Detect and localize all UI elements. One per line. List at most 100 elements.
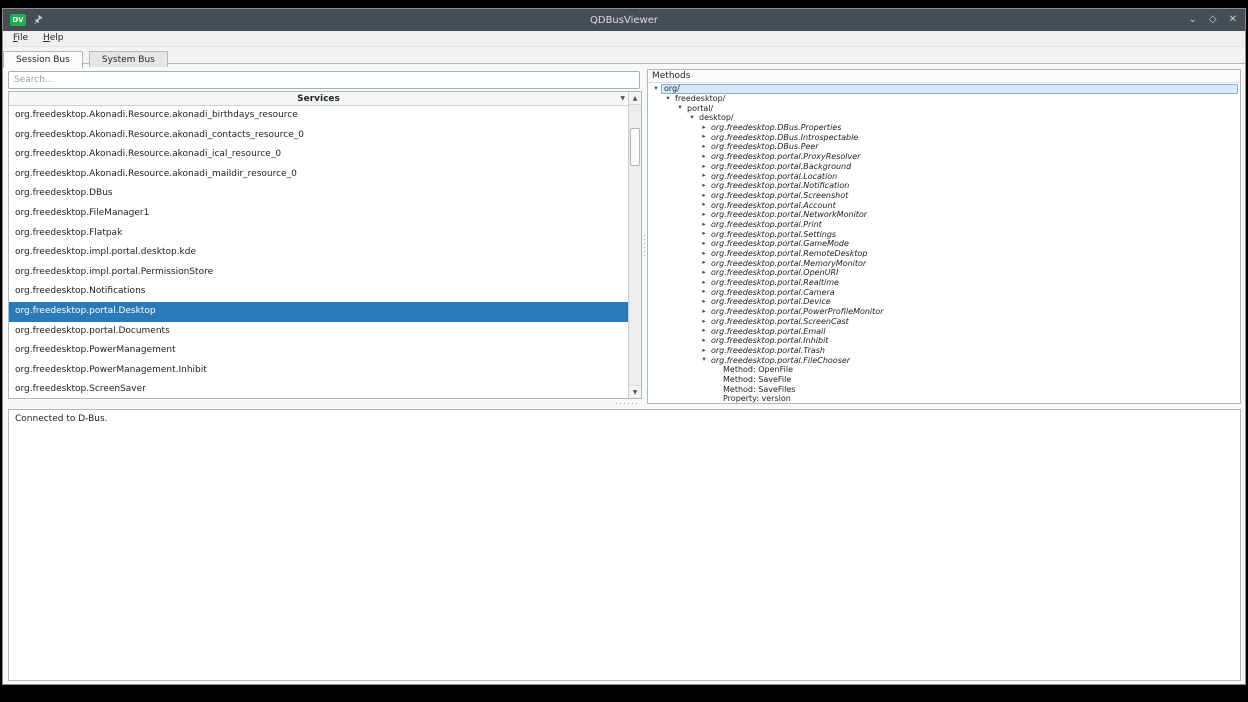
scroll-up-icon[interactable]: ▲ xyxy=(629,92,641,105)
tree-node[interactable]: ▸org.freedesktop.DBus.Properties xyxy=(648,123,1240,133)
service-row[interactable]: org.freedesktop.Akonadi.Resource.akonadi… xyxy=(9,126,628,146)
tree-node[interactable]: ▸org.freedesktop.portal.PowerProfileMoni… xyxy=(648,307,1240,317)
tree-node[interactable]: ▸org.freedesktop.portal.OpenURI xyxy=(648,268,1240,278)
tree-node[interactable]: ▸org.freedesktop.portal.Notification xyxy=(648,181,1240,191)
tree-node[interactable]: ▸org.freedesktop.portal.Camera xyxy=(648,287,1240,297)
services-scrollbar[interactable]: ▲ ▼ xyxy=(628,92,641,398)
service-row[interactable]: org.freedesktop.Akonadi.Resource.akonadi… xyxy=(9,145,628,165)
service-row[interactable]: org.freedesktop.Notifications xyxy=(9,282,628,302)
services-column-header[interactable]: Services ▼ xyxy=(9,92,628,106)
chevron-collapsed-icon[interactable]: ▸ xyxy=(699,287,709,297)
tree-node[interactable]: ▾portal/ xyxy=(648,103,1240,113)
tree-node[interactable]: ▾freedesktop/ xyxy=(648,94,1240,104)
menu-file[interactable]: File xyxy=(7,31,34,45)
chevron-collapsed-icon[interactable]: ▸ xyxy=(699,249,709,259)
tree-node[interactable]: ▸org.freedesktop.portal.Realtime xyxy=(648,278,1240,288)
close-button[interactable]: ✕ xyxy=(1229,9,1237,31)
pin-icon[interactable] xyxy=(32,15,43,26)
chevron-collapsed-icon[interactable]: ▸ xyxy=(699,220,709,230)
menu-help[interactable]: Help xyxy=(37,31,70,45)
service-row[interactable]: org.freedesktop.PowerManagement.Inhibit xyxy=(9,361,628,381)
tree-node[interactable]: ▾org/ xyxy=(648,84,1240,94)
services-header-label: Services xyxy=(297,94,340,104)
service-row[interactable]: org.freedesktop.FileManager1 xyxy=(9,204,628,224)
service-row[interactable]: org.freedesktop.Akonadi.Resource.akonadi… xyxy=(9,165,628,185)
chevron-collapsed-icon[interactable]: ▸ xyxy=(699,200,709,210)
chevron-expanded-icon[interactable]: ▾ xyxy=(651,84,661,94)
chevron-collapsed-icon[interactable]: ▸ xyxy=(699,297,709,307)
tree-node[interactable]: ▸org.freedesktop.portal.Location xyxy=(648,171,1240,181)
chevron-collapsed-icon[interactable]: ▸ xyxy=(699,239,709,249)
chevron-expanded-icon[interactable]: ▾ xyxy=(663,94,673,104)
tree-node[interactable]: ▸org.freedesktop.portal.Screenshot xyxy=(648,191,1240,201)
tree-node-label: org.freedesktop.portal.OpenURI xyxy=(709,268,840,277)
tree-node[interactable]: ▾org.freedesktop.portal.FileChooser xyxy=(648,355,1240,365)
tree-node[interactable]: ▸org.freedesktop.portal.ProxyResolver xyxy=(648,152,1240,162)
tree-node[interactable]: ▸org.freedesktop.portal.MemoryMonitor xyxy=(648,258,1240,268)
service-row[interactable]: org.freedesktop.portal.Documents xyxy=(9,322,628,342)
tree-node[interactable]: ▸org.freedesktop.portal.Trash xyxy=(648,346,1240,356)
tree-node-label: org.freedesktop.portal.RemoteDesktop xyxy=(709,249,870,258)
horizontal-splitter[interactable] xyxy=(8,401,1241,407)
chevron-expanded-icon[interactable]: ▾ xyxy=(699,355,709,365)
service-row[interactable]: org.freedesktop.portal.Desktop xyxy=(9,302,628,322)
methods-column-header[interactable]: Methods xyxy=(648,70,1240,83)
chevron-collapsed-icon[interactable]: ▸ xyxy=(699,229,709,239)
chevron-collapsed-icon[interactable]: ▸ xyxy=(699,346,709,356)
chevron-collapsed-icon[interactable]: ▸ xyxy=(699,152,709,162)
service-row[interactable]: org.freedesktop.impl.portal.PermissionSt… xyxy=(9,263,628,283)
tree-node[interactable]: ▾desktop/ xyxy=(648,113,1240,123)
output-panel[interactable]: Connected to D-Bus. xyxy=(8,409,1241,681)
chevron-collapsed-icon[interactable]: ▸ xyxy=(699,336,709,346)
tree-node[interactable]: ▸org.freedesktop.portal.Settings xyxy=(648,229,1240,239)
minimize-button[interactable]: ⌄ xyxy=(1189,9,1197,31)
chevron-collapsed-icon[interactable]: ▸ xyxy=(699,268,709,278)
service-row[interactable]: org.freedesktop.PowerManagement xyxy=(9,341,628,361)
tree-node[interactable]: ▸org.freedesktop.portal.RemoteDesktop xyxy=(648,249,1240,259)
tree-node[interactable]: ▸org.freedesktop.portal.Print xyxy=(648,220,1240,230)
chevron-collapsed-icon[interactable]: ▸ xyxy=(699,162,709,172)
tree-node[interactable]: ▸org.freedesktop.portal.Inhibit xyxy=(648,336,1240,346)
chevron-collapsed-icon[interactable]: ▸ xyxy=(699,210,709,220)
tree-node[interactable]: ▸org.freedesktop.portal.ScreenCast xyxy=(648,317,1240,327)
tree-node[interactable]: ▸org.freedesktop.portal.Background xyxy=(648,162,1240,172)
service-row[interactable]: org.freedesktop.DBus xyxy=(9,184,628,204)
service-row[interactable]: org.freedesktop.impl.portal.desktop.kde xyxy=(9,243,628,263)
chevron-collapsed-icon[interactable]: ▸ xyxy=(699,317,709,327)
service-row[interactable]: org.freedesktop.Flatpak xyxy=(9,224,628,244)
chevron-collapsed-icon[interactable]: ▸ xyxy=(699,278,709,288)
tree-node[interactable]: Method: OpenFile xyxy=(648,365,1240,375)
chevron-collapsed-icon[interactable]: ▸ xyxy=(699,142,709,152)
maximize-button[interactable]: ◇ xyxy=(1209,9,1217,31)
tree-node[interactable]: ▸org.freedesktop.portal.GameMode xyxy=(648,239,1240,249)
scrollbar-track[interactable] xyxy=(629,105,641,385)
tab-session-bus[interactable]: Session Bus xyxy=(3,51,83,68)
tree-node[interactable]: ▸org.freedesktop.DBus.Introspectable xyxy=(648,132,1240,142)
search-input[interactable] xyxy=(8,71,640,89)
tree-node[interactable]: ▸org.freedesktop.portal.Device xyxy=(648,297,1240,307)
tree-node[interactable]: ▸org.freedesktop.DBus.Peer xyxy=(648,142,1240,152)
chevron-expanded-icon[interactable]: ▾ xyxy=(687,113,697,123)
titlebar[interactable]: DV QDBusViewer ⌄ ◇ ✕ xyxy=(3,9,1245,31)
service-row[interactable]: org.freedesktop.ScreenSaver xyxy=(9,380,628,398)
tree-node[interactable]: Method: SaveFiles xyxy=(648,384,1240,394)
chevron-collapsed-icon[interactable]: ▸ xyxy=(699,123,709,133)
chevron-collapsed-icon[interactable]: ▸ xyxy=(699,181,709,191)
tree-node[interactable]: Method: SaveFile xyxy=(648,375,1240,385)
chevron-collapsed-icon[interactable]: ▸ xyxy=(699,171,709,181)
tree-node[interactable]: ▸org.freedesktop.portal.Email xyxy=(648,326,1240,336)
chevron-collapsed-icon[interactable]: ▸ xyxy=(699,258,709,268)
tree-node-label: freedesktop/ xyxy=(673,94,727,103)
scrollbar-handle[interactable] xyxy=(630,128,640,166)
scroll-down-icon[interactable]: ▼ xyxy=(629,385,641,398)
tree-node[interactable]: ▸org.freedesktop.portal.Account xyxy=(648,200,1240,210)
chevron-collapsed-icon[interactable]: ▸ xyxy=(699,326,709,336)
tree-node-label: org/ xyxy=(661,84,1238,94)
chevron-expanded-icon[interactable]: ▾ xyxy=(675,103,685,113)
service-row[interactable]: org.freedesktop.Akonadi.Resource.akonadi… xyxy=(9,106,628,126)
chevron-collapsed-icon[interactable]: ▸ xyxy=(699,191,709,201)
chevron-collapsed-icon[interactable]: ▸ xyxy=(699,132,709,142)
chevron-collapsed-icon[interactable]: ▸ xyxy=(699,307,709,317)
tree-node[interactable]: ▸org.freedesktop.portal.NetworkMonitor xyxy=(648,210,1240,220)
tab-system-bus[interactable]: System Bus xyxy=(89,51,168,67)
